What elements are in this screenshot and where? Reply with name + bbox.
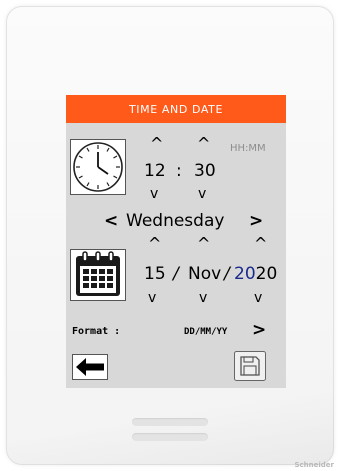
format-label: Format : xyxy=(72,326,121,337)
date-day-value[interactable]: 15 xyxy=(144,266,166,283)
month-down-button[interactable]: v xyxy=(199,291,207,305)
year-up-button[interactable]: ^ xyxy=(254,236,267,252)
month-up-button[interactable]: ^ xyxy=(197,236,210,252)
year-suffix: 20 xyxy=(255,264,278,284)
format-next-button[interactable]: > xyxy=(252,322,266,339)
minute-up-button[interactable]: ^ xyxy=(197,136,210,152)
format-value: DD/MM/YY xyxy=(184,327,228,337)
clock-icon xyxy=(70,139,126,195)
save-button[interactable] xyxy=(234,351,266,381)
brand-label: Schneider xyxy=(294,461,334,469)
screen-title: TIME AND DATE xyxy=(66,95,286,123)
year-prefix: 20 xyxy=(234,264,256,284)
touch-screen: TIME AND DATE ^ ^ HH:MM 12: 30 v v < We… xyxy=(66,95,286,388)
day-next-button[interactable]: > xyxy=(249,213,263,230)
hour-down-button[interactable]: v xyxy=(150,187,158,201)
date-separator-1: / xyxy=(173,264,179,284)
hour-value[interactable]: 12 xyxy=(144,163,166,180)
time-separator: : xyxy=(176,161,182,181)
day-down-button[interactable]: v xyxy=(148,291,156,305)
date-month-value[interactable]: Nov xyxy=(188,266,221,283)
back-button[interactable] xyxy=(72,354,108,380)
floppy-disk-icon xyxy=(234,351,266,381)
speaker-slot-bottom xyxy=(132,433,208,441)
hour-up-button[interactable]: ^ xyxy=(150,136,163,152)
date-year-value[interactable]: 2020 xyxy=(234,266,277,283)
minute-value[interactable]: 30 xyxy=(194,163,216,180)
time-format-hint: HH:MM xyxy=(230,143,266,154)
speaker-slot-top xyxy=(132,418,208,426)
arrow-left-icon xyxy=(72,354,108,380)
day-name: Wednesday xyxy=(126,211,225,231)
calendar-icon xyxy=(70,249,126,301)
day-up-button[interactable]: ^ xyxy=(148,236,161,252)
year-down-button[interactable]: v xyxy=(254,291,262,305)
minute-down-button[interactable]: v xyxy=(198,187,206,201)
day-prev-button[interactable]: < xyxy=(104,213,118,230)
date-separator-2: / xyxy=(224,264,230,284)
